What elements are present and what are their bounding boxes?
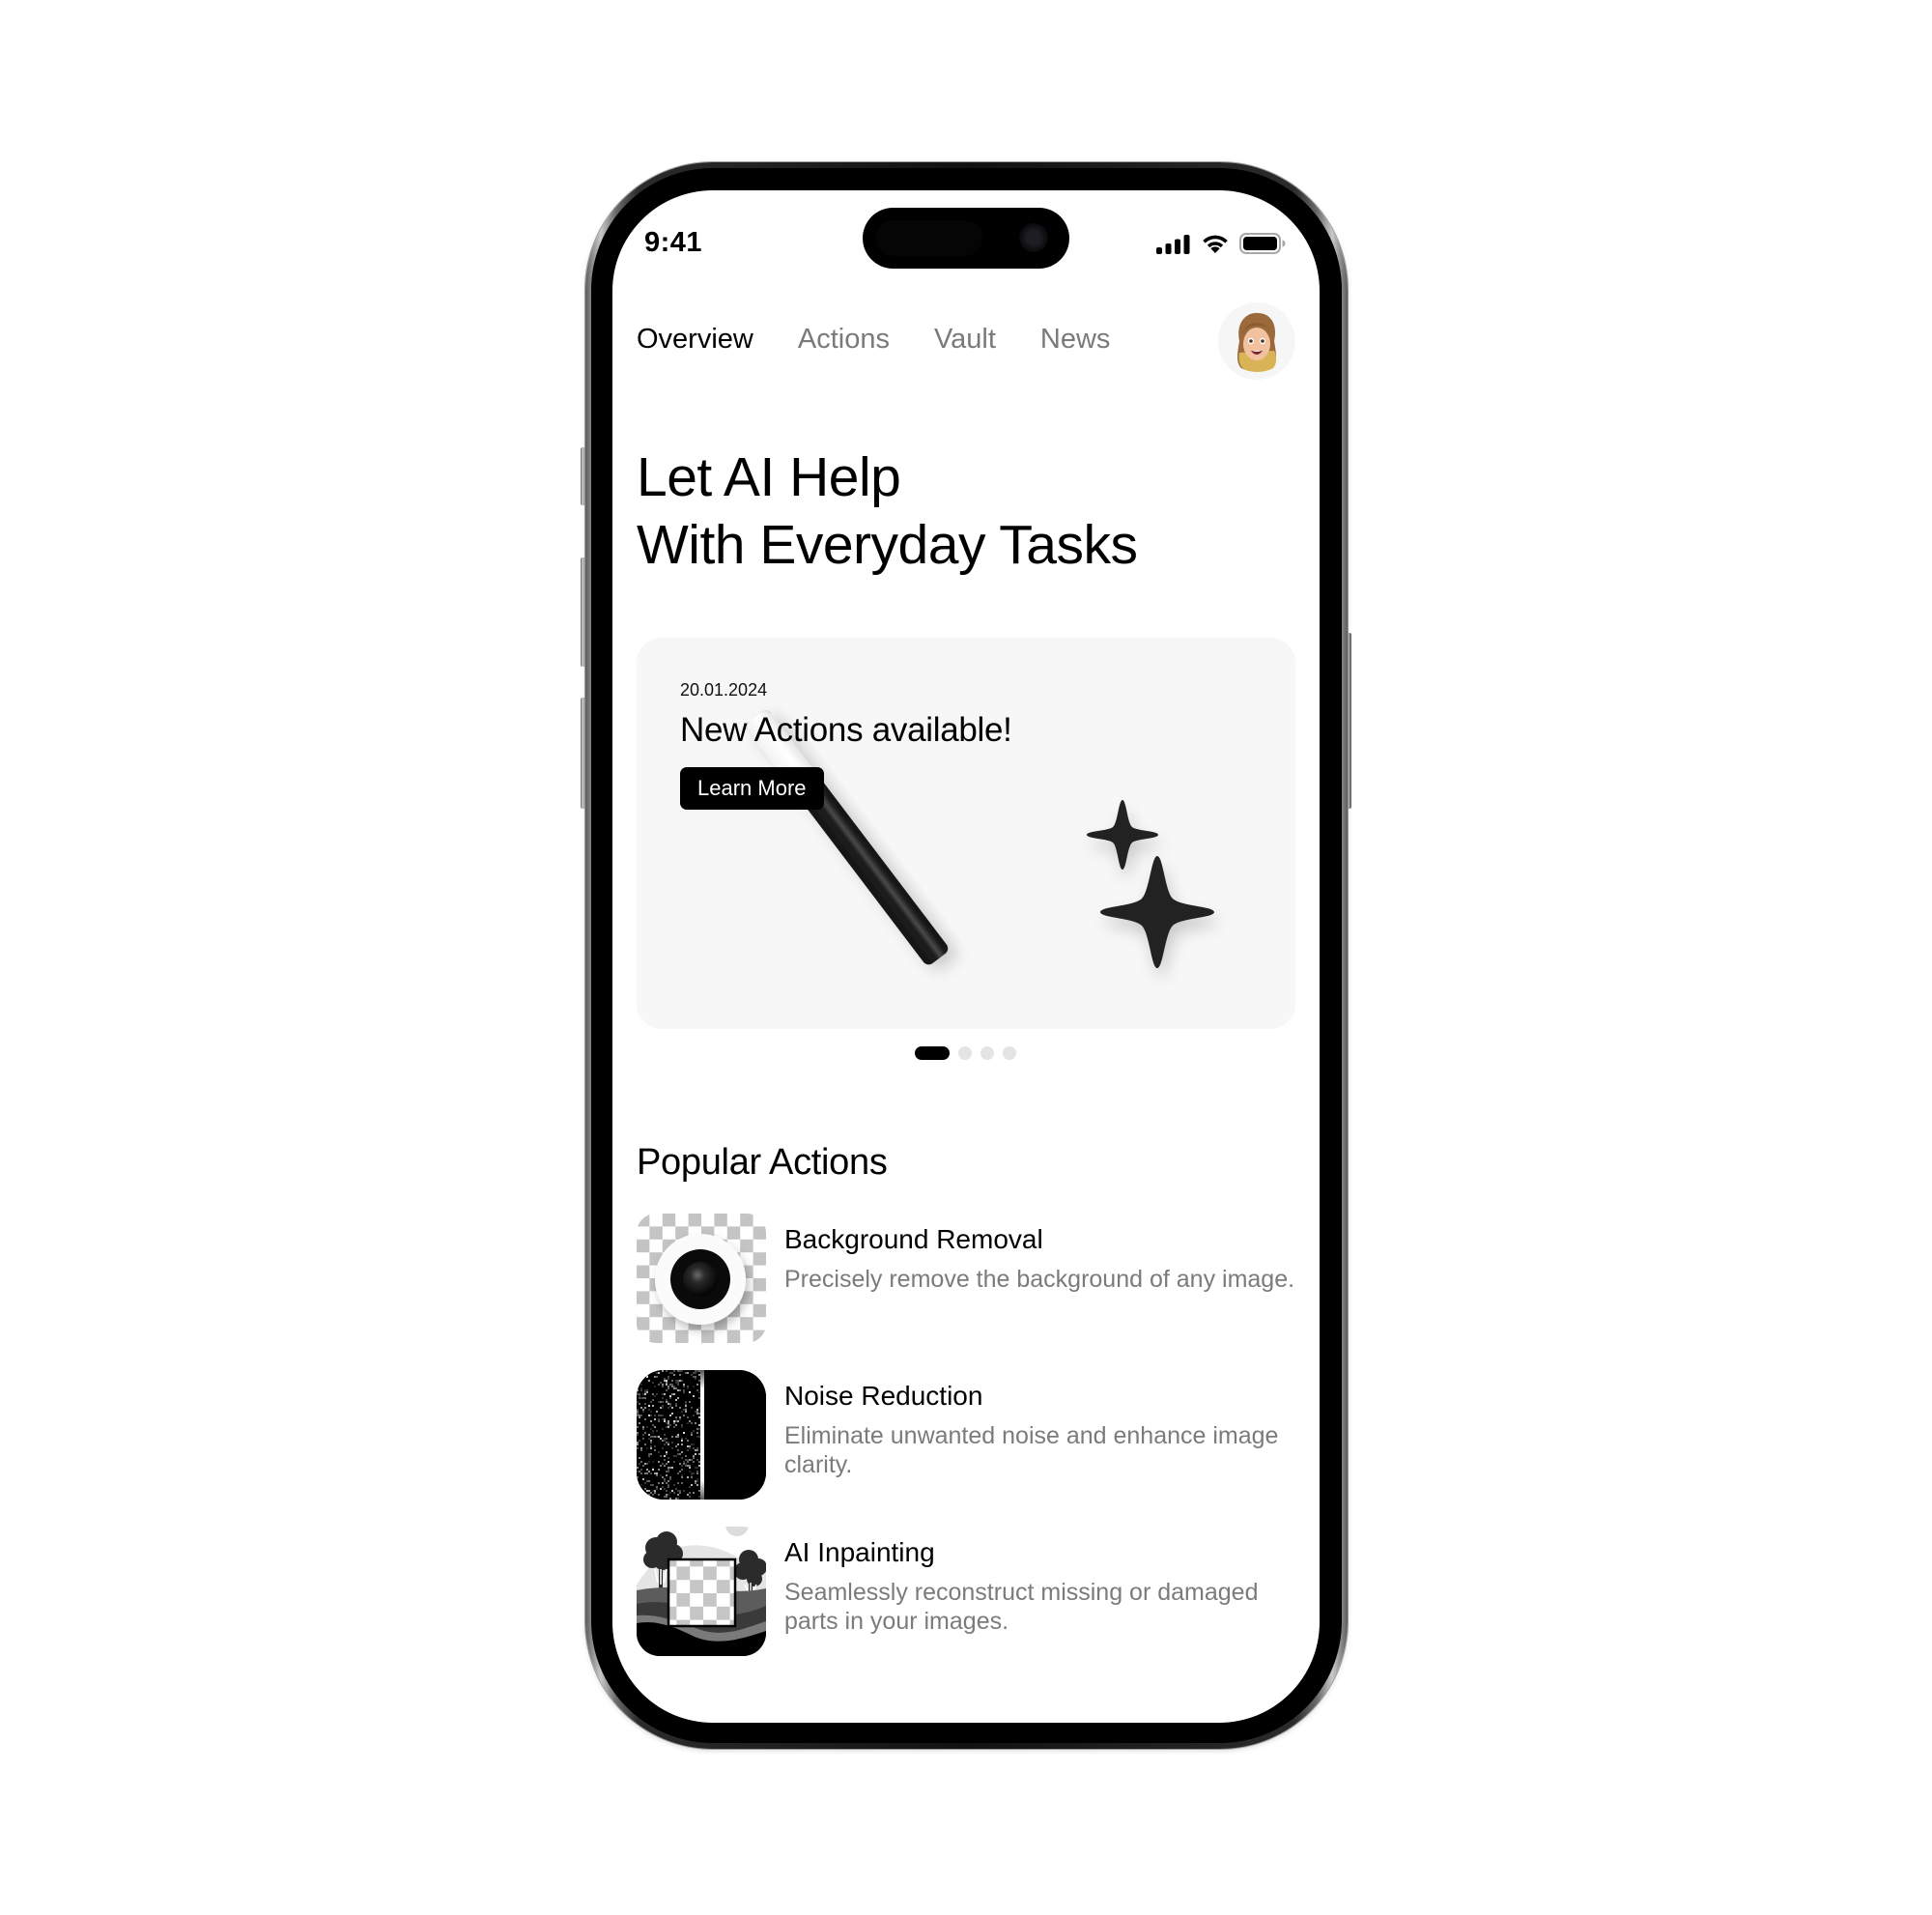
carousel-dot-1[interactable] bbox=[915, 1046, 950, 1060]
action-item-background-removal[interactable]: Background Removal Precisely remove the … bbox=[637, 1214, 1303, 1345]
hero-line-1: Let AI Help bbox=[637, 446, 901, 508]
action-description: Precisely remove the background of any i… bbox=[784, 1266, 1295, 1293]
action-title: AI Inpainting bbox=[784, 1537, 935, 1567]
carousel-dot-2[interactable] bbox=[958, 1046, 972, 1060]
hero-headline: Let AI Help With Everyday Tasks bbox=[637, 443, 1138, 579]
top-nav-tabs: Overview Actions Vault News bbox=[637, 324, 1154, 356]
learn-more-button[interactable]: Learn More bbox=[680, 767, 824, 810]
tab-actions[interactable]: Actions bbox=[798, 324, 890, 356]
carousel-dot-4[interactable] bbox=[1003, 1046, 1016, 1060]
dynamic-island bbox=[863, 208, 1069, 269]
tab-overview[interactable]: Overview bbox=[637, 324, 753, 356]
noise-reduction-icon bbox=[637, 1370, 766, 1500]
action-title: Noise Reduction bbox=[784, 1381, 983, 1411]
promo-title: New Actions available! bbox=[680, 711, 1012, 749]
small-sparkle bbox=[1087, 800, 1158, 870]
action-title: Background Removal bbox=[784, 1224, 1043, 1254]
promo-card[interactable]: 20.01.2024 New Actions available! Learn … bbox=[637, 638, 1295, 1029]
action-description: Eliminate unwanted noise and enhance ima… bbox=[784, 1422, 1279, 1478]
carousel-page-indicator[interactable] bbox=[915, 1046, 1016, 1060]
background-removal-icon bbox=[637, 1214, 766, 1343]
popular-actions-heading: Popular Actions bbox=[637, 1142, 888, 1183]
cellular-signal-icon bbox=[1156, 235, 1190, 254]
battery-icon bbox=[1239, 233, 1286, 254]
action-item-ai-inpainting[interactable]: AI Inpainting Seamlessly reconstruct mis… bbox=[637, 1527, 1303, 1658]
tab-news[interactable]: News bbox=[1040, 324, 1111, 356]
large-sparkle bbox=[1100, 856, 1214, 968]
promo-date: 20.01.2024 bbox=[680, 680, 768, 700]
action-item-noise-reduction[interactable]: Noise Reduction Eliminate unwanted noise… bbox=[637, 1370, 1303, 1501]
wifi-icon bbox=[1203, 235, 1228, 253]
phone-screen: 9:41 Overview Actions Vault News Let AI … bbox=[612, 190, 1320, 1723]
tab-vault[interactable]: Vault bbox=[934, 324, 996, 356]
status-icons bbox=[1156, 233, 1286, 254]
carousel-dot-3[interactable] bbox=[980, 1046, 994, 1060]
memoji-avatar-icon bbox=[1237, 312, 1277, 372]
profile-avatar[interactable] bbox=[1218, 302, 1295, 380]
ai-inpainting-icon bbox=[637, 1527, 766, 1656]
action-description: Seamlessly reconstruct missing or damage… bbox=[784, 1579, 1259, 1635]
hero-line-2: With Everyday Tasks bbox=[637, 514, 1138, 576]
island-sensor bbox=[876, 220, 982, 256]
front-camera bbox=[1019, 223, 1048, 252]
status-time: 9:41 bbox=[644, 227, 703, 258]
